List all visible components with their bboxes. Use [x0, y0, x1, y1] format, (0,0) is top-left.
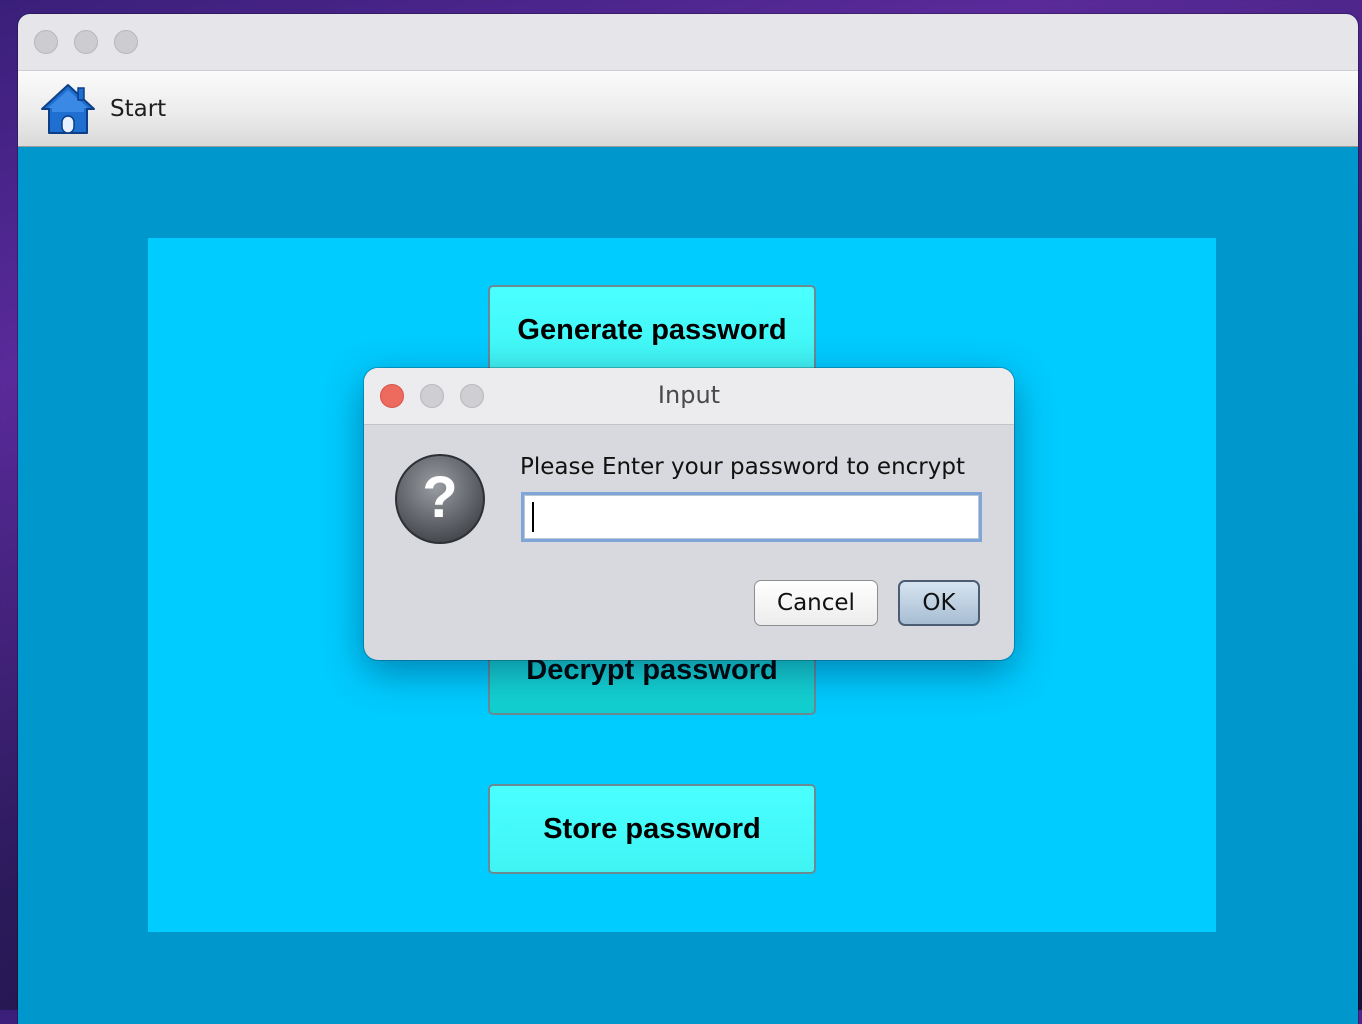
zoom-window-button[interactable] — [114, 30, 138, 54]
generate-password-button[interactable]: Generate password — [488, 285, 816, 375]
dialog-titlebar: Input — [364, 368, 1014, 425]
close-window-button[interactable] — [34, 30, 58, 54]
start-button[interactable]: Start — [40, 79, 166, 139]
window-titlebar — [18, 14, 1358, 71]
password-input[interactable] — [521, 492, 982, 542]
dialog-title: Input — [657, 381, 721, 409]
store-password-button[interactable]: Store password — [488, 784, 816, 874]
text-caret — [532, 502, 534, 532]
dialog-message: Please Enter your password to encrypt — [520, 454, 965, 480]
question-icon: ? — [395, 454, 485, 544]
svg-text:?: ? — [422, 465, 457, 530]
start-label: Start — [110, 96, 167, 122]
home-icon — [41, 84, 95, 134]
input-dialog: Input ? Please Enter your password to en… — [364, 368, 1014, 660]
ok-button[interactable]: OK — [898, 580, 980, 626]
minimize-window-button[interactable] — [74, 30, 98, 54]
cancel-button[interactable]: Cancel — [754, 580, 878, 626]
toolbar: Start — [18, 71, 1358, 147]
